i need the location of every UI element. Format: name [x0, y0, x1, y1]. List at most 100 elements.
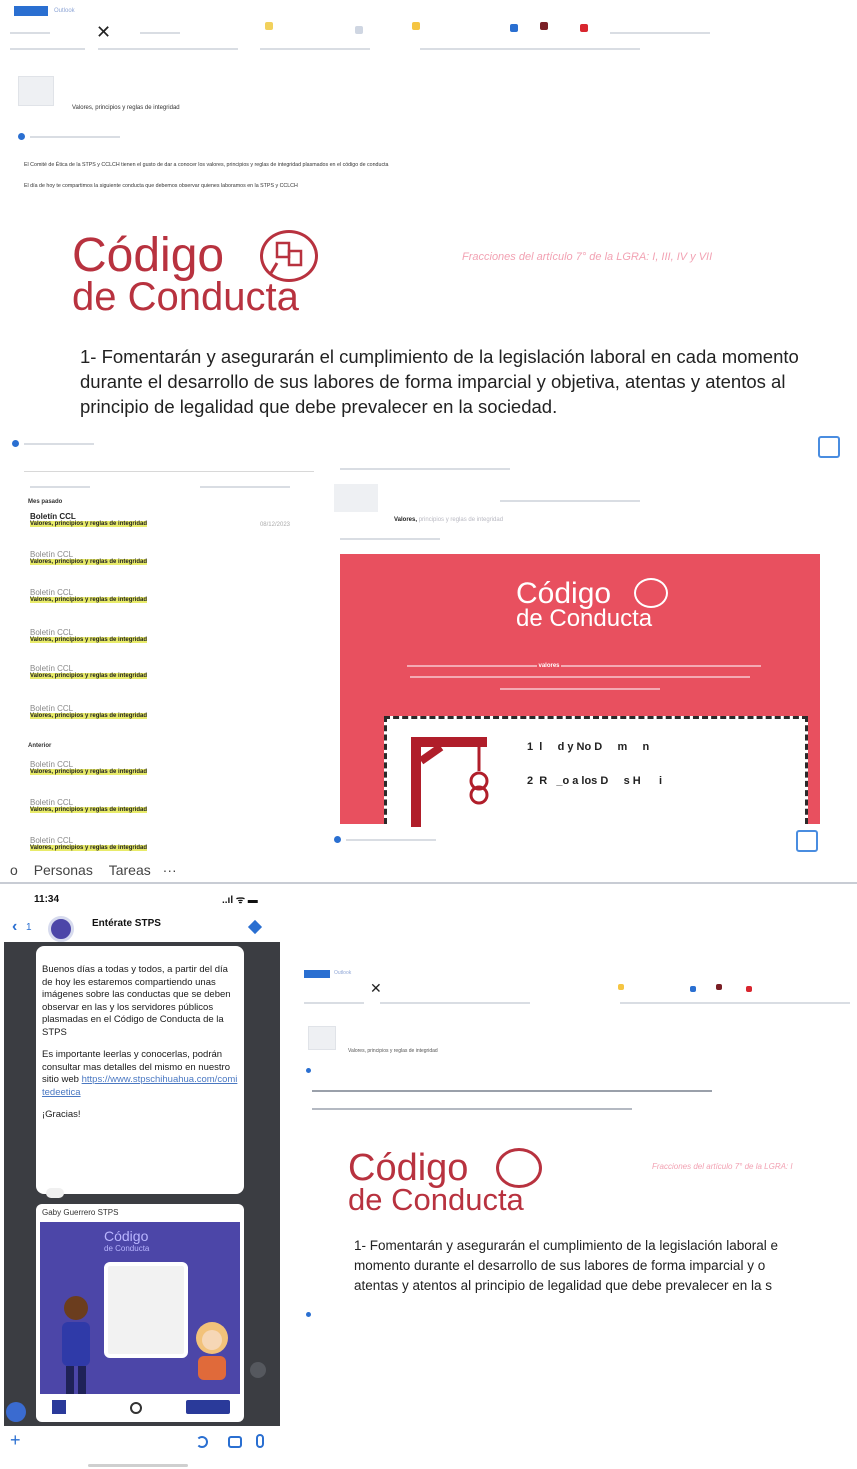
- nav-prefix[interactable]: o: [10, 862, 18, 878]
- ribbon-icon-blue[interactable]: [510, 24, 518, 32]
- close-icon[interactable]: ✕: [96, 22, 111, 43]
- card-image[interactable]: Código de Conducta: [40, 1222, 240, 1394]
- email-list-item[interactable]: Boletín CCL Valores, principios y reglas …: [30, 704, 290, 740]
- channel-avatar[interactable]: [48, 916, 74, 942]
- sticker-icon[interactable]: [196, 1436, 208, 1448]
- code-of-conduct-logo: Código de Conducta: [348, 1146, 568, 1226]
- email-list-item[interactable]: Boletín CCL Valores, principios y reglas …: [30, 760, 290, 796]
- outlook-badge-label: Outlook: [54, 8, 75, 14]
- sender-avatar[interactable]: [308, 1026, 336, 1050]
- email-sender: Boletín CCL: [30, 588, 74, 597]
- back-chevron-icon[interactable]: ‹: [12, 918, 17, 936]
- ribbon-icon-report[interactable]: [540, 22, 548, 30]
- email-subject-text: Valores, principios y reglas de integrid…: [30, 521, 148, 527]
- email-subject: Valores, principios y reglas de integrid…: [30, 597, 290, 603]
- gallows-icon: [401, 731, 501, 827]
- nav-people[interactable]: Personas: [34, 862, 93, 878]
- gov-logo: [52, 1400, 66, 1414]
- email-list-item[interactable]: Boletín CCL Valores, principios y reglas …: [30, 512, 290, 548]
- expand-icon-bottom[interactable]: [796, 830, 818, 852]
- email-subject: Valores, principios y reglas de integrid…: [30, 673, 290, 679]
- ribbon-icon-report[interactable]: [716, 984, 722, 990]
- group-last-month[interactable]: Mes pasado: [28, 498, 62, 506]
- ribbon-icon-yellow[interactable]: [265, 22, 273, 30]
- conduct-text: 1- Fomentarán y asegurarán el cumplimien…: [80, 346, 799, 417]
- email-date: 08/12/2023: [259, 522, 290, 528]
- email-subject: Valores, principios y reglas de integrid…: [30, 521, 290, 527]
- top-email-screenshot: Outlook ✕ Valores, principios y reglas d…: [0, 0, 857, 430]
- camera-icon[interactable]: [228, 1436, 242, 1448]
- info-icon[interactable]: [306, 1068, 311, 1073]
- email-list-item[interactable]: Boletín CCL Valores, principios y reglas …: [30, 798, 290, 834]
- email-subject-text: Valores, principios y reglas de integrid…: [30, 673, 148, 679]
- pin-icon[interactable]: [247, 919, 263, 935]
- email-list-item[interactable]: Boletín CCL Valores, principios y reglas …: [30, 628, 290, 664]
- share-icon[interactable]: [250, 1362, 266, 1378]
- person-illustration-left: [58, 1294, 94, 1394]
- nav-tasks[interactable]: Tareas: [109, 862, 151, 878]
- email-list-item[interactable]: Boletín CCL Valores, principios y reglas …: [30, 664, 290, 700]
- attach-plus-icon[interactable]: +: [10, 1430, 21, 1451]
- back-count[interactable]: 1: [26, 922, 32, 933]
- info-icon[interactable]: [306, 1312, 311, 1317]
- email-subject: Valores, principios y reglas de integrid…: [30, 559, 290, 565]
- reaction-badge[interactable]: [46, 1188, 64, 1198]
- reader-subject: Valores, principios y reglas de integrid…: [394, 516, 503, 524]
- email-sender: Boletín CCL: [30, 798, 74, 807]
- bottom-email-screenshot: Outlook ✕ Valores, principios y reglas d…: [300, 966, 857, 1326]
- ribbon-icon-play[interactable]: [746, 986, 752, 992]
- person-illustration-right: [192, 1320, 232, 1380]
- conduct-banner: Código de Conducta valores 1 l d y No D …: [340, 554, 820, 827]
- status-time: 11:34: [34, 894, 60, 905]
- email-sender: Boletín CCL: [30, 664, 74, 673]
- info-icon[interactable]: [18, 133, 25, 140]
- banner-text: valores: [384, 662, 784, 670]
- email-sender: Boletín CCL: [30, 836, 74, 845]
- home-indicator: [88, 1464, 188, 1467]
- conduct-line-2: momento durante el desarrollo de sus lab…: [354, 1258, 766, 1273]
- email-list-item[interactable]: Boletín CCL Valores, principios y reglas …: [30, 588, 290, 624]
- banner-text-bold: valores: [538, 663, 560, 669]
- conduct-line-3: atentas y atentos al principio de legali…: [354, 1278, 773, 1293]
- reader-subject-bold: Valores,: [394, 517, 418, 523]
- email-subject-text: Valores, principios y reglas de integrid…: [30, 713, 148, 719]
- email-sender: Boletín CCL: [30, 512, 76, 521]
- message-p1: Buenos días a todas y todos, a partir de…: [42, 964, 231, 1038]
- nav-more-icon[interactable]: ···: [163, 862, 177, 878]
- ribbon-icon-blue[interactable]: [690, 986, 696, 992]
- logo-line-conducta: de Conducta: [348, 1182, 524, 1217]
- outlook-badge[interactable]: [304, 970, 330, 978]
- email-subject-text: Valores, principios y reglas de integrid…: [30, 559, 148, 565]
- info-icon[interactable]: [334, 836, 341, 843]
- group-older[interactable]: Anterior: [28, 742, 51, 750]
- email-subject: Valores, principios y reglas de integrid…: [30, 807, 290, 813]
- chat-bubble-icon: [260, 230, 318, 282]
- code-of-conduct-logo: Código de Conducta: [72, 228, 342, 328]
- outlook-badge-label: Outlook: [334, 970, 352, 976]
- email-subject: Valores, principios y reglas de integrid…: [72, 105, 180, 111]
- close-icon[interactable]: ✕: [370, 980, 382, 997]
- logo-line-conducta: de Conducta: [72, 275, 299, 319]
- scroll-avatar[interactable]: [6, 1402, 26, 1422]
- ribbon-icon-check[interactable]: [355, 26, 363, 34]
- fractions-note: Fracciones del artículo 7° de la LGRA: I…: [462, 251, 713, 263]
- expand-icon[interactable]: [818, 436, 840, 458]
- status-icons: ..ıl ᯤ ▬: [222, 895, 258, 906]
- email-list-item[interactable]: Boletín CCL Valores, principios y reglas …: [30, 550, 290, 586]
- ribbon-icon-star[interactable]: [618, 984, 624, 990]
- microphone-icon[interactable]: [256, 1434, 264, 1448]
- reader-avatar[interactable]: [334, 484, 378, 512]
- outlook-badge[interactable]: [14, 6, 48, 16]
- channel-name[interactable]: Entérate STPS: [92, 918, 161, 929]
- email-subject-text: Valores, principios y reglas de integrid…: [30, 845, 148, 851]
- sender-avatar[interactable]: [18, 76, 54, 106]
- ribbon-icon-star[interactable]: [412, 22, 420, 30]
- chat-bubble-icon: [496, 1148, 542, 1188]
- middle-inbox-screenshot: Mes pasado Boletín CCL Valores, principio…: [0, 432, 857, 884]
- inbox-search[interactable]: [24, 462, 314, 472]
- ribbon: ✕: [10, 20, 730, 70]
- info-icon[interactable]: [12, 440, 19, 447]
- banner-chat-bubble-icon: [634, 578, 668, 608]
- hangman-card: 1 l d y No D m n 2 R _o a los D s H i: [384, 716, 808, 827]
- ribbon-icon-play[interactable]: [580, 24, 588, 32]
